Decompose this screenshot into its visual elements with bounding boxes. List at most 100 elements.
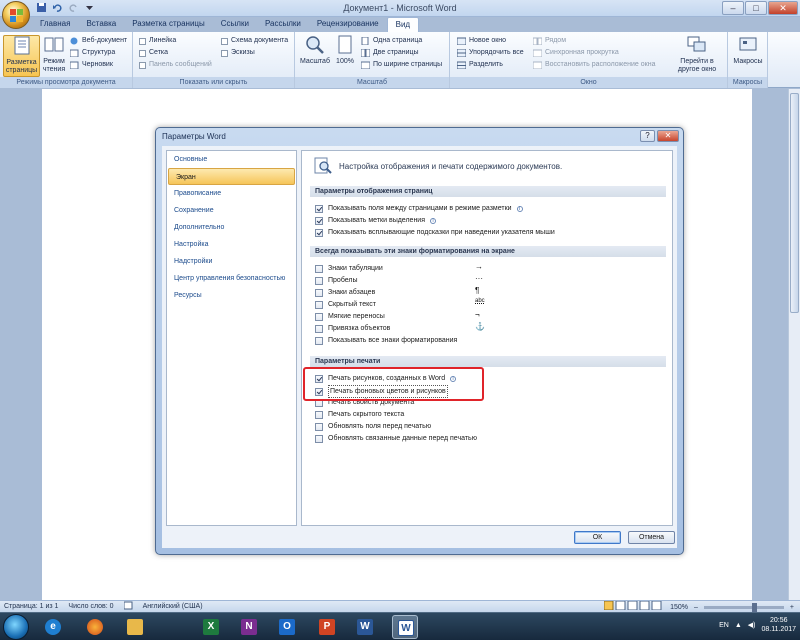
- label-all-marks: Показывать все знаки форматирования: [328, 337, 458, 344]
- nav-item-advanced[interactable]: Дополнительно: [167, 219, 296, 236]
- option-update-linked-data[interactable]: Обновлять связанные данные перед печатью: [315, 433, 477, 444]
- split-button[interactable]: Разделить: [457, 60, 503, 70]
- start-button[interactable]: [3, 614, 29, 640]
- option-optional-hyphens[interactable]: Мягкие переносы: [315, 311, 385, 322]
- maximize-button[interactable]: □: [745, 1, 767, 15]
- side-by-side-button[interactable]: Рядом: [533, 36, 566, 46]
- tab-home[interactable]: Главная: [32, 17, 78, 32]
- zoom-slider[interactable]: [703, 603, 784, 612]
- thumbnails-checkbox[interactable]: [221, 49, 228, 57]
- checkbox-paragraph-marks[interactable]: [315, 288, 323, 297]
- taskbar-powerpoint[interactable]: P: [314, 615, 340, 639]
- document-map-checkbox[interactable]: [221, 37, 228, 45]
- ruler-toggle[interactable]: Линейка: [139, 36, 176, 46]
- macros-button[interactable]: Макросы: [732, 35, 764, 66]
- close-button[interactable]: ✕: [768, 1, 798, 15]
- nav-item-save[interactable]: Сохранение: [167, 202, 296, 219]
- checkbox-show-whitespace[interactable]: [315, 204, 323, 213]
- dialog-close-button[interactable]: ✕: [657, 130, 679, 142]
- tab-references[interactable]: Ссылки: [213, 17, 257, 32]
- zoom-button[interactable]: Масштаб: [299, 35, 331, 66]
- option-spaces[interactable]: Пробелы: [315, 275, 358, 286]
- zoom-slider-thumb[interactable]: [751, 603, 757, 612]
- outline-button[interactable]: Структура: [70, 48, 115, 58]
- nav-item-addins[interactable]: Надстройки: [167, 253, 296, 270]
- taskbar-word[interactable]: W: [352, 615, 378, 639]
- draft-button[interactable]: Черновик: [70, 60, 113, 70]
- option-paragraph-marks[interactable]: Знаки абзацев: [315, 287, 375, 298]
- reading-mode-button[interactable]: Режим чтения: [41, 35, 67, 74]
- page-width-button[interactable]: По ширине страницы: [361, 60, 442, 70]
- taskbar-excel[interactable]: X: [198, 615, 224, 639]
- option-show-whitespace[interactable]: Показывать поля между страницами в режим…: [315, 203, 523, 214]
- dialog-help-button[interactable]: ?: [640, 130, 655, 142]
- grid-toggle[interactable]: Сетка: [139, 48, 168, 58]
- nav-item-general[interactable]: Основные: [167, 151, 296, 168]
- label-paragraph-marks: Знаки абзацев: [328, 289, 376, 296]
- option-hidden-text[interactable]: Скрытый текст: [315, 299, 376, 310]
- office-button[interactable]: [2, 1, 30, 29]
- option-all-marks[interactable]: Показывать все знаки форматирования: [315, 335, 457, 346]
- message-bar-toggle[interactable]: Панель сообщений: [139, 60, 212, 70]
- checkbox-show-tooltips[interactable]: [315, 228, 323, 237]
- web-layout-button[interactable]: Веб-документ: [70, 36, 127, 46]
- nav-item-display[interactable]: Экран: [168, 168, 295, 185]
- checkbox-all-marks[interactable]: [315, 336, 323, 345]
- tab-view[interactable]: Вид: [386, 17, 420, 32]
- nav-item-proofing[interactable]: Правописание: [167, 185, 296, 202]
- vertical-scrollbar[interactable]: [788, 89, 800, 600]
- message-bar-checkbox[interactable]: [139, 61, 146, 69]
- taskbar-word-document[interactable]: W: [392, 615, 418, 639]
- checkbox-update-linked-data[interactable]: [315, 434, 323, 443]
- tab-insert[interactable]: Вставка: [78, 17, 124, 32]
- sync-scroll-button[interactable]: Синхронная прокрутка: [533, 48, 619, 58]
- ok-button[interactable]: ОК: [574, 531, 621, 544]
- volume-icon[interactable]: ◀): [748, 621, 756, 629]
- tab-mailings[interactable]: Рассылки: [257, 17, 309, 32]
- checkbox-tab-characters[interactable]: [315, 264, 323, 273]
- thumbnails-toggle[interactable]: Эскизы: [221, 48, 255, 58]
- hyphen-symbol: ¬: [475, 310, 480, 319]
- tab-page-layout[interactable]: Разметка страницы: [124, 17, 213, 32]
- option-print-hidden-text[interactable]: Печать скрытого текста: [315, 409, 404, 420]
- taskbar-outlook[interactable]: O: [274, 615, 300, 639]
- option-update-fields[interactable]: Обновлять поля перед печатью: [315, 421, 431, 432]
- grid-checkbox[interactable]: [139, 49, 146, 57]
- option-tab-characters[interactable]: Знаки табуляции: [315, 263, 383, 274]
- new-window-button[interactable]: Новое окно: [457, 36, 506, 46]
- nav-item-resources[interactable]: Ресурсы: [167, 287, 296, 304]
- one-page-button[interactable]: Одна страница: [361, 36, 422, 46]
- tray-flag-icon[interactable]: ▲: [735, 622, 742, 629]
- taskbar-ie[interactable]: e: [40, 615, 66, 639]
- document-map-toggle[interactable]: Схема документа: [221, 36, 288, 46]
- taskbar-onenote[interactable]: N: [236, 615, 262, 639]
- reset-window-button[interactable]: Восстановить расположение окна: [533, 60, 655, 70]
- arrange-all-button[interactable]: Упорядочить все: [457, 48, 524, 58]
- taskbar-explorer[interactable]: [122, 615, 148, 639]
- option-show-highlighter[interactable]: Показывать метки выделения i: [315, 215, 437, 226]
- clock-time: 20:56: [769, 617, 788, 624]
- input-language[interactable]: EN: [719, 622, 729, 629]
- clock[interactable]: 20:56 08.11.2017: [761, 616, 796, 634]
- zoom-100-button[interactable]: 100%: [333, 35, 357, 66]
- minimize-button[interactable]: –: [722, 1, 744, 15]
- two-pages-button[interactable]: Две страницы: [361, 48, 419, 58]
- taskbar-firefox[interactable]: [82, 615, 108, 639]
- option-show-tooltips[interactable]: Показывать всплывающие подсказки при нав…: [315, 227, 555, 238]
- checkbox-spaces[interactable]: [315, 276, 323, 285]
- nav-item-customize[interactable]: Настройка: [167, 236, 296, 253]
- tab-review[interactable]: Рецензирование: [309, 17, 387, 32]
- option-object-anchors[interactable]: Привязка объектов: [315, 323, 390, 334]
- checkbox-show-highlighter[interactable]: [315, 216, 323, 225]
- checkbox-hidden-text[interactable]: [315, 300, 323, 309]
- print-layout-button[interactable]: Разметка страницы: [3, 35, 40, 77]
- ruler-checkbox[interactable]: [139, 37, 146, 45]
- cancel-button[interactable]: Отмена: [628, 531, 675, 544]
- nav-item-trust-center[interactable]: Центр управления безопасностью: [167, 270, 296, 287]
- checkbox-optional-hyphens[interactable]: [315, 312, 323, 321]
- scroll-thumb[interactable]: [790, 93, 799, 313]
- checkbox-print-hidden-text[interactable]: [315, 410, 323, 419]
- switch-windows-button[interactable]: Перейти в другое окно: [672, 35, 722, 74]
- checkbox-object-anchors[interactable]: [315, 324, 323, 333]
- checkbox-update-fields[interactable]: [315, 422, 323, 431]
